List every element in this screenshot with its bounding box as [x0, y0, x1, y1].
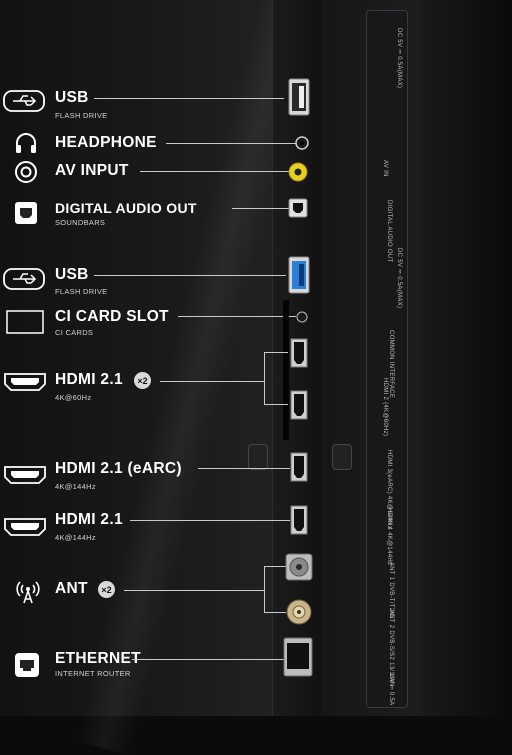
- ethernet-port: [283, 637, 313, 682]
- usb-port-2: [288, 256, 310, 299]
- leader-hdmi3: [130, 520, 290, 521]
- leader-usb2: [94, 275, 286, 276]
- port-name-optical: DIGITAL AUDIO OUT: [55, 200, 197, 216]
- leader-usb1: [94, 98, 284, 99]
- hdmi-port-2a: [289, 338, 309, 373]
- antenna-icon: [14, 574, 42, 604]
- port-name-usb2: USB: [55, 266, 89, 283]
- leader-ant: [124, 590, 264, 591]
- ant-port-1: [285, 553, 313, 586]
- leader-hdmi1-top: [264, 352, 288, 353]
- panel-label-ci: COMMON INTERFACE: [388, 330, 394, 399]
- leader-hdmi1-bracket: [264, 352, 265, 404]
- leader-headphone: [166, 143, 296, 144]
- av-input-icon: [14, 160, 38, 184]
- port-sub-eth: INTERNET ROUTER: [55, 669, 131, 678]
- leader-hdmi2: [198, 468, 290, 469]
- panel-label-hdmi1: HDMI 2 (4K@60Hz): [382, 378, 388, 437]
- leader-ant-bracket: [264, 566, 265, 612]
- panel-label-av: AV IN: [382, 160, 388, 177]
- panel-label-hdmi3: HDMI 4 4K@144Hz: [386, 508, 392, 566]
- port-name-headphone: HEADPHONE: [55, 134, 157, 151]
- panel-label-usb2: DC 5V ⎓ 0.5A(MAX): [396, 248, 402, 309]
- panel-label-optical: DIGITAL AUDIO OUT: [386, 200, 392, 263]
- hdmi-icon: [4, 517, 46, 537]
- leader-ci: [178, 316, 296, 317]
- badge-ant: ×2: [98, 581, 115, 598]
- leader-hdmi1-bottom: [264, 404, 288, 405]
- screw-right: [332, 444, 352, 470]
- port-sub-hdmi1: 4K@60Hz: [55, 393, 92, 402]
- ci-jack: [296, 310, 308, 328]
- hdmi-port-3: [289, 452, 309, 487]
- port-name-usb1: USB: [55, 89, 89, 106]
- headphone-icon: [14, 132, 38, 154]
- usb-icon: [3, 90, 45, 112]
- av-jack: [288, 162, 308, 187]
- port-sub-hdmi2: 4K@144Hz: [55, 482, 96, 491]
- leader-optical: [232, 208, 290, 209]
- label-rail: [366, 10, 408, 708]
- hdmi-port-2b: [289, 390, 309, 425]
- panel-label-ant2: ANT 2 DVB-S/S2 13/18V ⎓ 0.5A: [388, 610, 394, 706]
- leader-ant-top: [264, 566, 286, 567]
- leader-eth: [132, 659, 286, 660]
- leader-ant-bottom: [264, 612, 286, 613]
- port-name-ci: CI CARD SLOT: [55, 308, 169, 325]
- port-sub-usb2: FLASH DRIVE: [55, 287, 108, 296]
- headphone-jack: [295, 136, 309, 155]
- hdmi-icon: [4, 465, 46, 485]
- port-name-hdmi1: HDMI 2.1: [55, 371, 123, 388]
- hdmi-icon: [4, 372, 46, 392]
- tv-back-edge: [420, 0, 512, 716]
- optical-port: [288, 198, 308, 223]
- hdmi-port-4: [289, 505, 309, 540]
- port-sub-ci: CI CARDS: [55, 328, 94, 337]
- ant-port-2: [285, 598, 313, 631]
- port-sub-usb1: FLASH DRIVE: [55, 111, 108, 120]
- optical-icon: [14, 201, 38, 225]
- usb-port-1: [288, 78, 310, 121]
- port-sub-optical: SOUNDBARS: [55, 218, 106, 227]
- leader-av: [140, 171, 290, 172]
- ci-card-icon: [6, 310, 44, 334]
- port-name-hdmi2: HDMI 2.1 (eARC): [55, 460, 182, 477]
- port-sub-hdmi3: 4K@144Hz: [55, 533, 96, 542]
- panel-label-usb1: DC 5V ⎓ 0.5A(MAX): [396, 28, 402, 89]
- usb-icon: [3, 268, 45, 290]
- screw-left: [248, 444, 268, 470]
- panel-label-lan: LAN: [388, 674, 394, 687]
- port-name-hdmi3: HDMI 2.1: [55, 511, 123, 528]
- ethernet-icon: [14, 652, 40, 678]
- port-name-eth: ETHERNET: [55, 650, 141, 667]
- leader-hdmi1: [160, 381, 264, 382]
- port-name-av: AV INPUT: [55, 162, 129, 179]
- badge-hdmi1: ×2: [134, 372, 151, 389]
- port-name-ant: ANT: [55, 580, 88, 597]
